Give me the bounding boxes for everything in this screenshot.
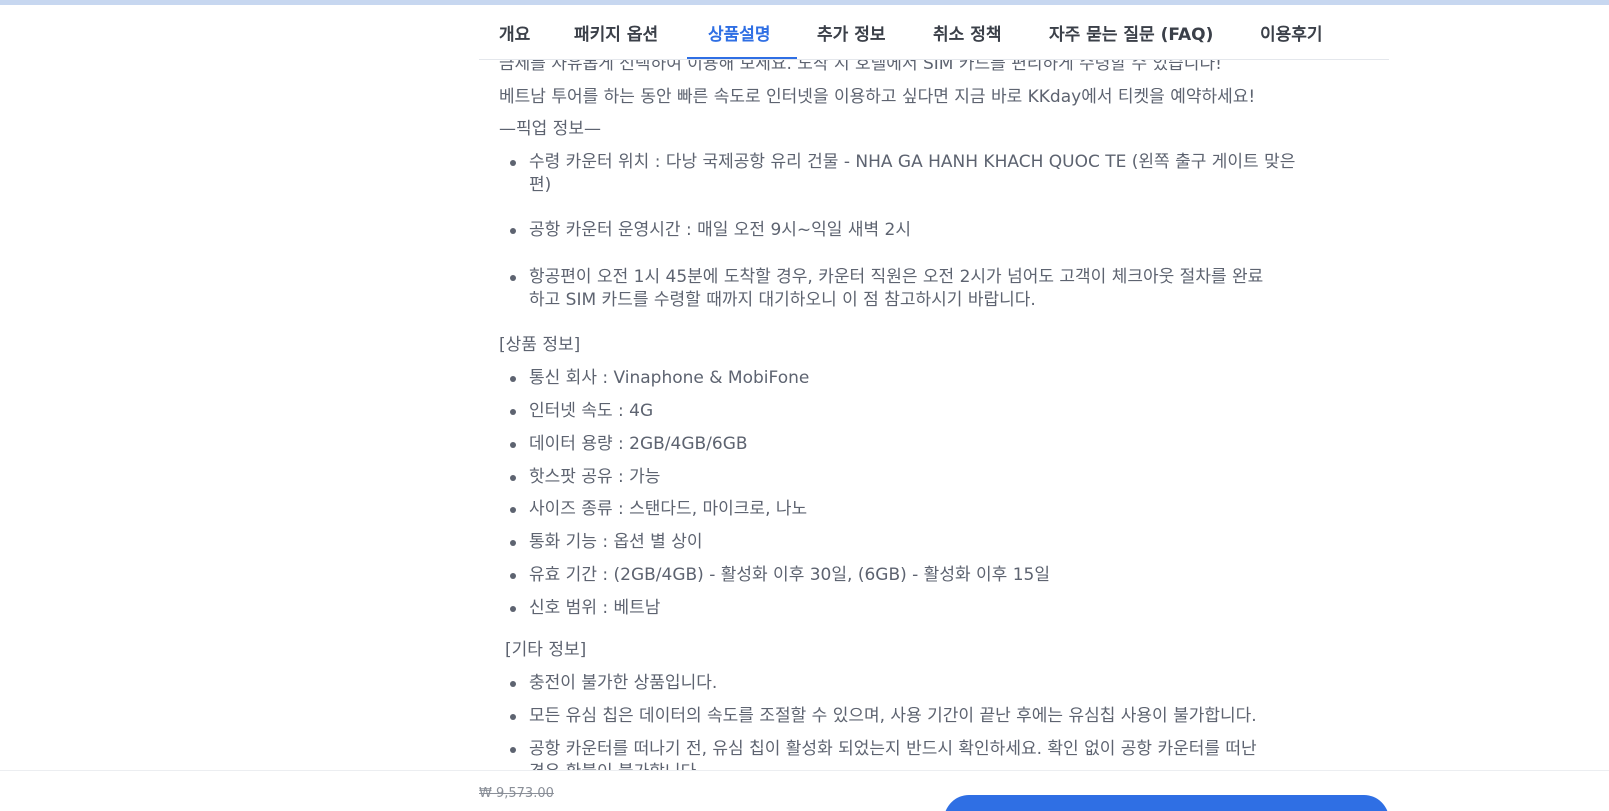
other-info-list: 충전이 불가한 상품입니다. 모든 유심 칩은 데이터의 속도를 조절할 수 있… [499, 672, 1359, 770]
list-item: 공항 카운터 운영시간 : 매일 오전 9시~익일 새벽 2시 [499, 219, 1359, 242]
tab-overview[interactable]: 개요 [499, 20, 530, 45]
list-item: 신호 범위 : 베트남 [499, 597, 1359, 630]
list-item: 모든 유심 칩은 데이터의 속도를 조절할 수 있으며, 사용 기간이 끝난 후… [499, 705, 1359, 738]
tab-faq[interactable]: 자주 묻는 질문 (FAQ) [1049, 20, 1213, 45]
product-description-content[interactable]: 금제를 자유롭게 선택하여 이용해 보세요. 도착 시 호텔에서 SIM 카드를… [0, 0, 1609, 770]
product-info-list: 통신 회사 : Vinaphone & MobiFone 인터넷 속도 : 4G… [499, 367, 1359, 630]
book-now-button[interactable] [944, 795, 1389, 811]
tab-additional-info[interactable]: 추가 정보 [817, 20, 885, 45]
list-item: 유효 기간 : (2GB/4GB) - 활성화 이후 30일, (6GB) - … [499, 564, 1359, 597]
booking-bar: ₩ 9,573.00 [0, 770, 1609, 811]
list-item: 공항 카운터를 떠나기 전, 유심 칩이 활성화 되었는지 반드시 확인하세요.… [499, 738, 1359, 770]
list-item: 충전이 불가한 상품입니다. [499, 672, 1359, 705]
tab-bar-divider [479, 59, 1389, 60]
bullet-icon [510, 540, 516, 546]
tab-package-options[interactable]: 패키지 옵션 [574, 20, 658, 45]
bullet-icon [510, 228, 516, 234]
original-price: ₩ 9,573.00 [479, 786, 554, 801]
bullet-icon [510, 606, 516, 612]
product-info-heading: [상품 정보] [499, 335, 581, 355]
bullet-icon [510, 160, 516, 166]
bullet-icon [510, 475, 516, 481]
intro-line: 베트남 투어를 하는 동안 빠른 속도로 인터넷을 이용하고 싶다면 지금 바로… [499, 87, 1256, 107]
list-item: 통신 회사 : Vinaphone & MobiFone [499, 367, 1359, 400]
bullet-icon [510, 409, 516, 415]
bullet-icon [510, 573, 516, 579]
list-item: 데이터 용량 : 2GB/4GB/6GB [499, 433, 1359, 466]
bullet-icon [510, 442, 516, 448]
list-item: 핫스팟 공유 : 가능 [499, 466, 1359, 498]
bullet-icon [510, 275, 516, 281]
tab-cancellation-policy[interactable]: 취소 정책 [933, 20, 1001, 45]
pickup-list: 수령 카운터 위치 : 다낭 국제공항 유리 건물 - NHA GA HANH … [499, 151, 1359, 312]
tab-product-description[interactable]: 상품설명 [708, 20, 771, 45]
list-item: 통화 기능 : 옵션 별 상이 [499, 531, 1359, 564]
list-item: 인터넷 속도 : 4G [499, 400, 1359, 433]
pickup-heading: —픽업 정보— [499, 119, 601, 139]
other-info-heading: [기타 정보] [505, 640, 587, 660]
bullet-icon [510, 681, 516, 687]
bullet-icon [510, 376, 516, 382]
list-item: 수령 카운터 위치 : 다낭 국제공항 유리 건물 - NHA GA HANH … [499, 151, 1359, 197]
tab-reviews[interactable]: 이용후기 [1260, 20, 1323, 45]
bullet-icon [510, 747, 516, 753]
bullet-icon [510, 714, 516, 720]
list-item: 항공편이 오전 1시 45분에 도착할 경우, 카운터 직원은 오전 2시가 넘… [499, 266, 1359, 312]
list-item: 사이즈 종류 : 스탠다드, 마이크로, 나노 [499, 498, 1359, 531]
section-tab-bar: 개요 패키지 옵션 상품설명 추가 정보 취소 정책 자주 묻는 질문 (FAQ… [0, 5, 1609, 60]
bullet-icon [510, 507, 516, 513]
